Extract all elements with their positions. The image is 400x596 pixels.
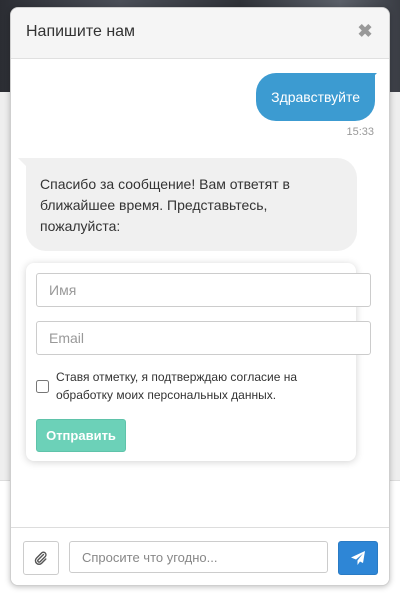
- incoming-message-text: Спасибо за сообщение! Вам ответят в ближ…: [40, 176, 290, 234]
- message-input[interactable]: [69, 541, 328, 573]
- contact-form: Ставя отметку, я подтверждаю согласие на…: [26, 263, 371, 461]
- outgoing-message-text: Здравствуйте: [271, 89, 360, 105]
- submit-button[interactable]: Отправить: [36, 419, 126, 452]
- paperclip-icon: [34, 551, 47, 565]
- close-icon[interactable]: ✖: [355, 21, 375, 41]
- name-field[interactable]: [36, 273, 371, 307]
- chat-footer: [11, 527, 389, 585]
- send-button[interactable]: [338, 541, 378, 575]
- email-field[interactable]: [36, 321, 371, 355]
- incoming-message: Спасибо за сообщение! Вам ответят в ближ…: [18, 158, 357, 251]
- consent-checkbox[interactable]: [36, 380, 49, 393]
- consent-label: Ставя отметку, я подтверждаю согласие на…: [56, 370, 298, 402]
- attach-button[interactable]: [23, 541, 59, 575]
- outgoing-message: Здравствуйте: [256, 73, 377, 121]
- paper-plane-icon: [351, 551, 365, 565]
- chat-widget: Напишите нам ✖ Здравствуйте 15:33 Спасиб…: [10, 7, 390, 586]
- chat-title: Напишите нам: [26, 23, 136, 40]
- chat-header: Напишите нам ✖: [11, 8, 389, 59]
- message-timestamp: 15:33: [346, 126, 374, 138]
